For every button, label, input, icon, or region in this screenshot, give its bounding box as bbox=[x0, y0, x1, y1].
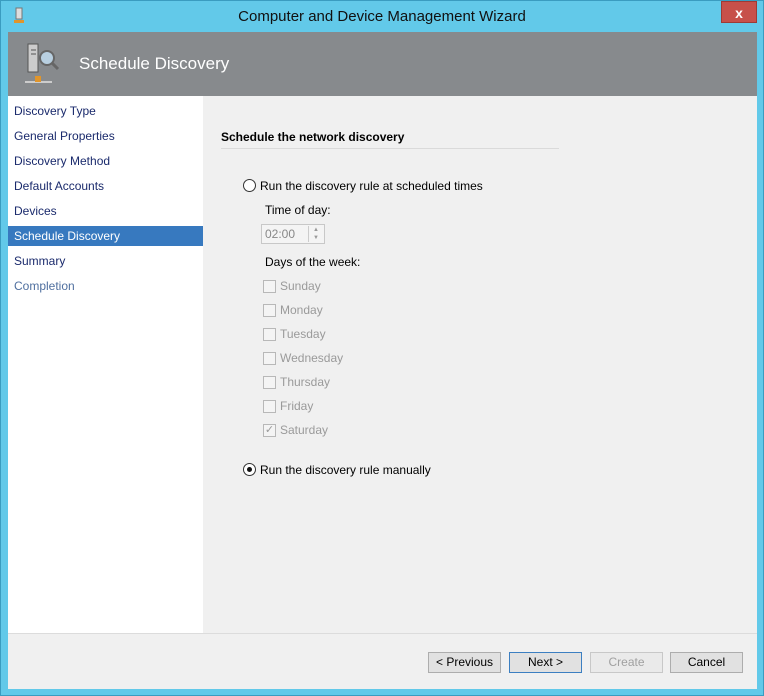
step-general-properties[interactable]: General Properties bbox=[8, 126, 203, 146]
time-spinner[interactable]: ▲ ▼ bbox=[308, 226, 323, 242]
page-title: Schedule Discovery bbox=[79, 54, 230, 73]
step-schedule-discovery[interactable]: Schedule Discovery bbox=[8, 226, 203, 246]
tuesday-label: Tuesday bbox=[280, 327, 326, 341]
sunday-checkbox[interactable] bbox=[263, 280, 276, 293]
content-panel: Schedule the network discovery Run the d… bbox=[203, 96, 757, 633]
button-bar: < Previous Next > Create Cancel bbox=[8, 633, 757, 689]
section-heading: Schedule the network discovery bbox=[221, 130, 559, 149]
wednesday-checkbox[interactable] bbox=[263, 352, 276, 365]
wednesday-label: Wednesday bbox=[280, 351, 344, 365]
server-search-icon bbox=[25, 43, 60, 83]
thursday-checkbox[interactable] bbox=[263, 376, 276, 389]
manual-radio[interactable] bbox=[243, 463, 256, 476]
previous-button[interactable]: < Previous bbox=[428, 652, 501, 673]
wizard-header: Schedule Discovery bbox=[8, 32, 757, 96]
step-devices[interactable]: Devices bbox=[8, 201, 203, 221]
step-discovery-type[interactable]: Discovery Type bbox=[8, 101, 203, 121]
monday-checkbox[interactable] bbox=[263, 304, 276, 317]
time-label: Time of day: bbox=[265, 203, 331, 217]
manual-radio-label[interactable]: Run the discovery rule manually bbox=[260, 463, 431, 477]
close-button[interactable]: x bbox=[721, 1, 757, 23]
saturday-checkbox[interactable]: ✓ bbox=[263, 424, 276, 437]
time-input[interactable]: 02:00 ▲ ▼ bbox=[261, 224, 325, 244]
create-button: Create bbox=[590, 652, 663, 673]
step-completion: Completion bbox=[14, 279, 75, 293]
cancel-button[interactable]: Cancel bbox=[670, 652, 743, 673]
tuesday-checkbox[interactable] bbox=[263, 328, 276, 341]
monday-label: Monday bbox=[280, 303, 323, 317]
time-value: 02:00 bbox=[265, 227, 296, 241]
scheduled-radio[interactable] bbox=[243, 179, 256, 192]
saturday-label: Saturday bbox=[280, 423, 329, 437]
thursday-label: Thursday bbox=[280, 375, 331, 389]
next-button[interactable]: Next > bbox=[509, 652, 582, 673]
wizard-steps: Discovery Type General Properties Discov… bbox=[8, 96, 203, 633]
sunday-label: Sunday bbox=[280, 279, 321, 293]
step-discovery-method[interactable]: Discovery Method bbox=[8, 151, 203, 171]
friday-checkbox[interactable] bbox=[263, 400, 276, 413]
step-summary[interactable]: Summary bbox=[8, 251, 203, 271]
scheduled-radio-label[interactable]: Run the discovery rule at scheduled time… bbox=[260, 179, 483, 193]
window-title: Computer and Device Management Wizard bbox=[238, 8, 526, 25]
friday-label: Friday bbox=[280, 399, 314, 413]
days-label: Days of the week: bbox=[265, 255, 361, 269]
step-default-accounts[interactable]: Default Accounts bbox=[8, 176, 203, 196]
